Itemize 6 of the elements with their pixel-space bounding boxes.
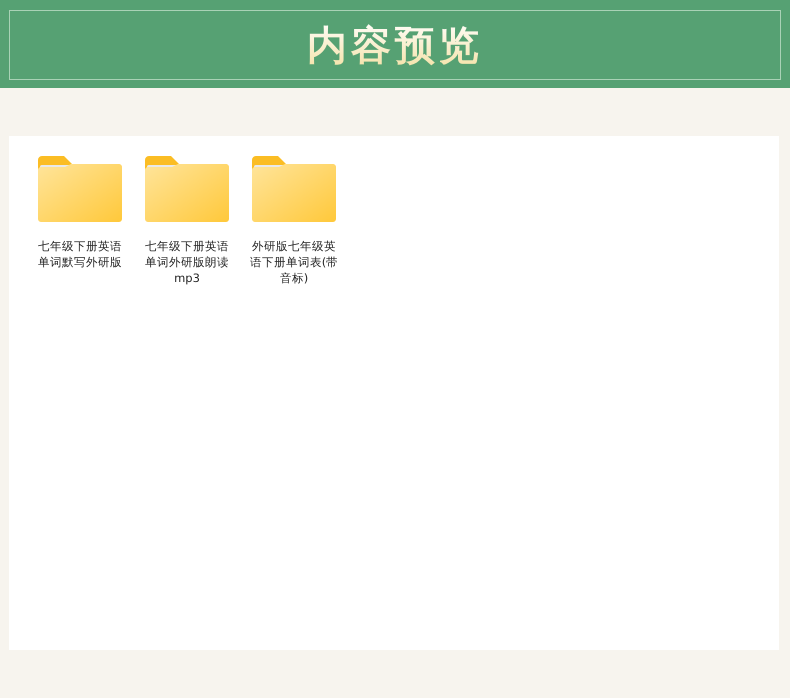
folder-icon	[38, 156, 122, 222]
file-name[interactable]: 七年级下册英语单词默写外研版	[34, 238, 126, 270]
folder-icon	[145, 156, 229, 222]
file-name[interactable]: 七年级下册英语单词外研版朗读mp3	[141, 238, 233, 286]
folder-icon	[252, 156, 336, 222]
file-name[interactable]: 外研版七年级英语下册单词表(带音标)	[248, 238, 340, 286]
